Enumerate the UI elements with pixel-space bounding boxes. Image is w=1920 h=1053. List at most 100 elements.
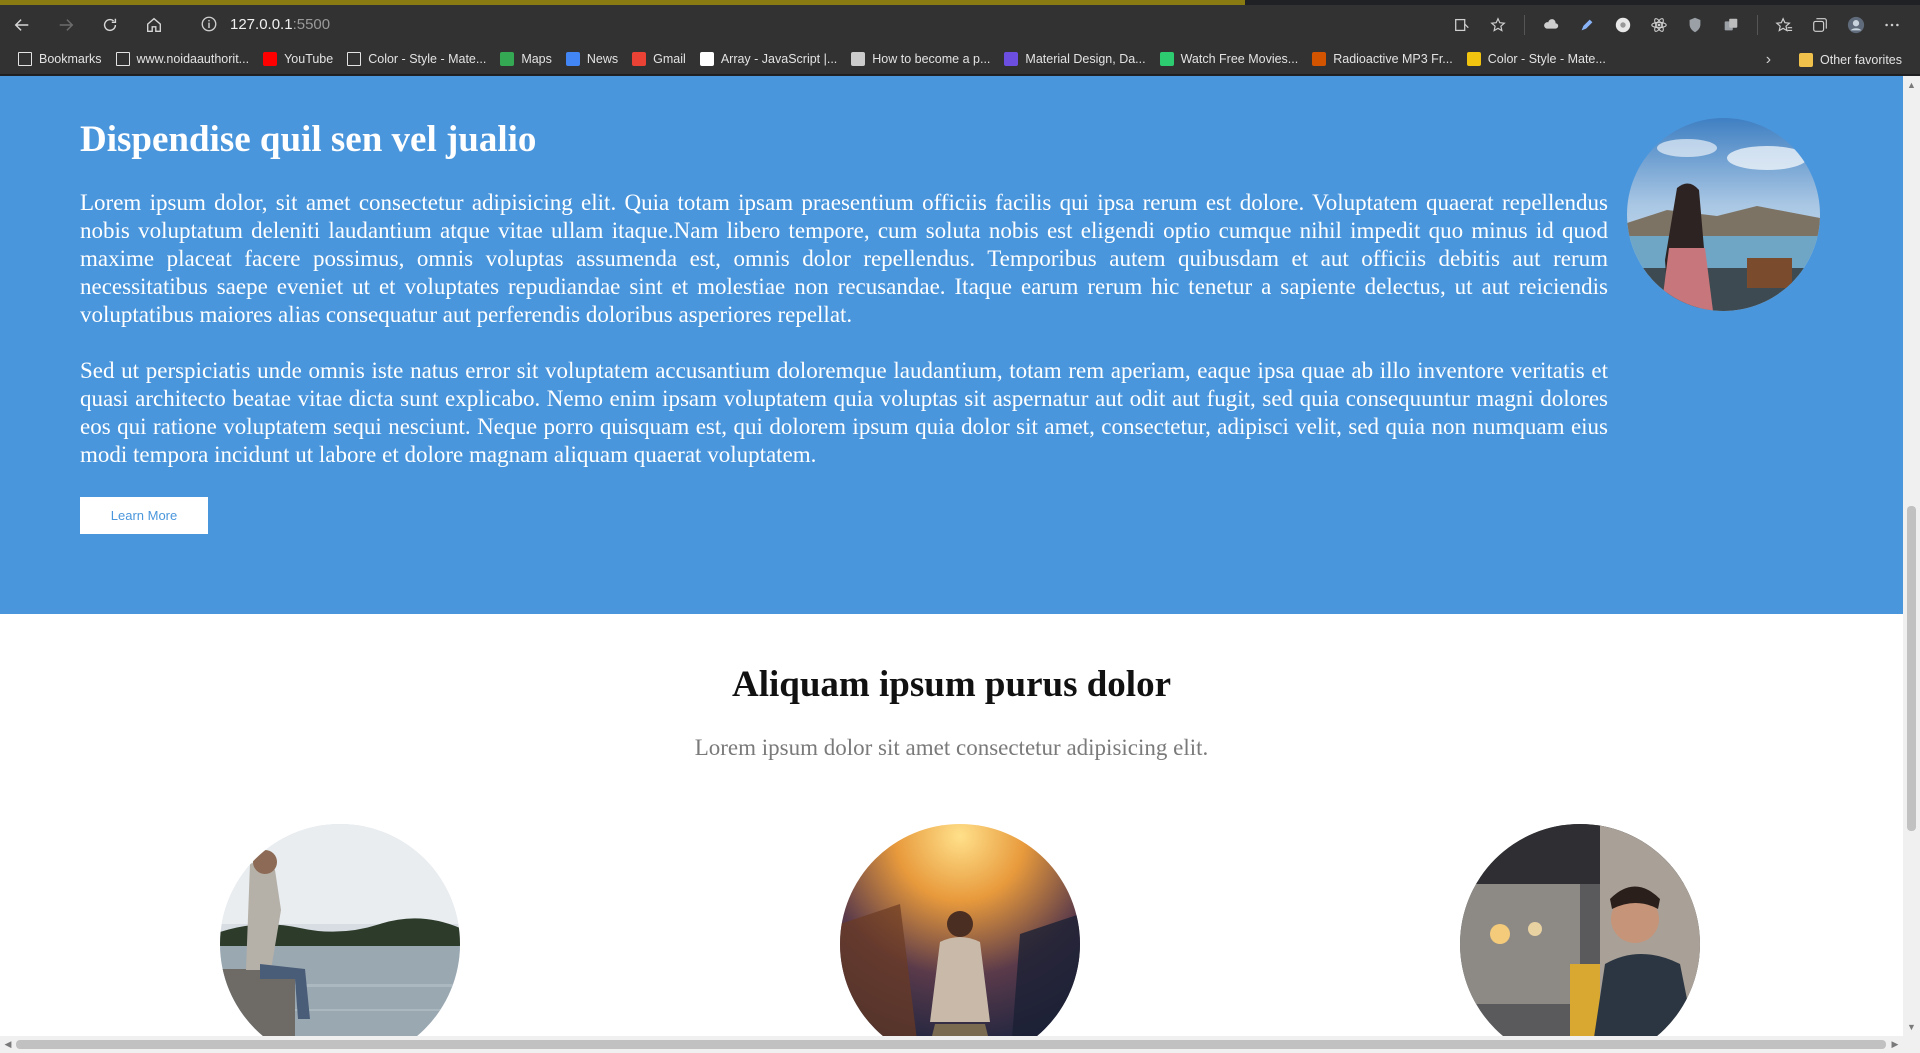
bookmarks-icon bbox=[18, 52, 32, 66]
profile-avatar-icon bbox=[1847, 16, 1865, 33]
info-icon[interactable] bbox=[200, 15, 218, 33]
bookmark-label: Maps bbox=[521, 52, 552, 66]
woman-photo-avatar bbox=[1627, 118, 1820, 311]
shield-icon bbox=[1689, 17, 1701, 32]
woman-sunset-photo bbox=[840, 824, 1080, 1036]
folder-color-icon bbox=[1466, 52, 1481, 66]
news-icon bbox=[565, 52, 580, 66]
lambda-icon bbox=[851, 52, 866, 66]
bookmark-label: Radioactive MP3 Fr... bbox=[1333, 52, 1453, 66]
url-host: 127.0.0.1 bbox=[230, 15, 293, 33]
hero-section: Dispendise quil sen vel jualio Lorem ips… bbox=[0, 76, 1903, 614]
bookmark-item[interactable]: Gmail bbox=[626, 46, 694, 72]
bookmark-label: YouTube bbox=[284, 52, 334, 66]
extension-pen-button[interactable] bbox=[1569, 7, 1605, 43]
address-bar[interactable]: 127.0.0.1:5500 bbox=[188, 9, 1478, 39]
bookmark-label: Color - Style - Mate... bbox=[368, 52, 487, 66]
man-by-lake-photo bbox=[220, 824, 460, 1036]
bookmark-label: Watch Free Movies... bbox=[1180, 52, 1299, 66]
back-button[interactable] bbox=[0, 5, 44, 44]
bookmark-label: www.noidaauthorit... bbox=[136, 52, 250, 66]
bookmark-item[interactable]: Watch Free Movies... bbox=[1154, 46, 1307, 72]
add-favorite-icon bbox=[1490, 16, 1506, 32]
more-button[interactable] bbox=[1874, 7, 1910, 43]
scroll-left-arrow-icon[interactable]: ◀ bbox=[1, 1036, 15, 1053]
folder-icon bbox=[1799, 52, 1814, 67]
bookmark-item[interactable]: Color - Style - Mate... bbox=[341, 46, 494, 72]
section-subtitle: Lorem ipsum dolor sit amet consectetur a… bbox=[694, 735, 1209, 760]
bookmark-item[interactable]: Material Design, Da... bbox=[998, 46, 1153, 72]
bookmarks-bar: Bookmarks www.noidaauthorit... YouTube Colo… bbox=[0, 44, 1920, 75]
scroll-up-arrow-icon[interactable]: ▲ bbox=[1903, 78, 1920, 92]
youtube-icon bbox=[263, 52, 278, 66]
vp-icon bbox=[1004, 52, 1019, 66]
scroll-down-arrow-icon[interactable]: ▼ bbox=[1903, 1020, 1920, 1034]
section-title: Aliquam ipsum purus dolor bbox=[732, 664, 1171, 705]
bookmark-item[interactable]: Radioactive MP3 Fr... bbox=[1306, 46, 1461, 72]
page-viewport: Dispendise quil sen vel jualio Lorem ips… bbox=[0, 76, 1903, 1036]
collections-button[interactable] bbox=[1802, 7, 1838, 43]
other-favorites-label: Other favorites bbox=[1820, 52, 1902, 67]
immersive-reader-icon bbox=[1455, 18, 1469, 31]
hero-paragraph-2: Sed ut perspiciatis unde omnis iste natu… bbox=[80, 358, 1608, 467]
bookmark-label: Gmail bbox=[653, 52, 686, 66]
toolbar-actions bbox=[1444, 5, 1910, 44]
vertical-scrollbar[interactable]: ▲ ▼ bbox=[1903, 76, 1920, 1036]
play-circle-icon bbox=[1159, 52, 1174, 66]
scroll-right-arrow-icon[interactable]: ▶ bbox=[1888, 1036, 1902, 1053]
mdn-icon bbox=[699, 52, 714, 66]
hero-paragraph-1: Lorem ipsum dolor, sit amet consectetur … bbox=[80, 190, 1608, 327]
home-icon bbox=[147, 17, 161, 32]
forward-button[interactable] bbox=[44, 5, 88, 44]
favorites-button[interactable] bbox=[1766, 7, 1802, 43]
forward-icon bbox=[59, 18, 74, 31]
horizontal-scroll-thumb[interactable] bbox=[16, 1040, 1886, 1049]
shield-button[interactable] bbox=[1677, 7, 1713, 43]
collections-icon bbox=[1813, 17, 1827, 32]
react-devtools-icon bbox=[1651, 17, 1667, 32]
bookmark-item[interactable]: www.noidaauthorit... bbox=[110, 46, 258, 72]
back-icon bbox=[14, 18, 29, 31]
bookmark-item[interactable]: News bbox=[560, 46, 626, 72]
extension-copy-button[interactable] bbox=[1713, 7, 1749, 43]
hero-title: Dispendise quil sen vel jualio bbox=[80, 119, 537, 160]
bookmark-label: News bbox=[586, 52, 619, 66]
page-icon bbox=[115, 52, 130, 66]
other-favorites-folder[interactable]: Other favorites bbox=[1793, 47, 1910, 73]
bookmark-label: How to become a p... bbox=[872, 52, 991, 66]
extension-cloud-icon bbox=[1544, 18, 1559, 29]
paw-icon bbox=[1312, 52, 1327, 66]
bookmark-label: Array - JavaScript |... bbox=[720, 52, 838, 66]
horizontal-scrollbar[interactable]: ◀ ▶ bbox=[0, 1036, 1920, 1053]
extension-circle-icon bbox=[1615, 17, 1631, 32]
profile-button[interactable] bbox=[1838, 7, 1874, 43]
more-icon bbox=[1885, 23, 1899, 26]
bookmark-item[interactable]: Array - JavaScript |... bbox=[694, 46, 845, 72]
page-icon bbox=[347, 52, 362, 66]
extension-circle-button[interactable] bbox=[1605, 7, 1641, 43]
immersive-reader-button[interactable] bbox=[1444, 7, 1480, 43]
chevron-right-icon[interactable]: › bbox=[1766, 51, 1771, 69]
extension-cloud-button[interactable] bbox=[1533, 7, 1569, 43]
maps-icon bbox=[500, 52, 515, 66]
reload-button[interactable] bbox=[88, 5, 132, 44]
bookmarks-overflow-area: › Other favorites bbox=[1766, 44, 1910, 75]
toolbar-separator-2 bbox=[1757, 14, 1758, 35]
add-favorite-button[interactable] bbox=[1480, 7, 1516, 43]
bookmark-item[interactable]: Bookmarks bbox=[12, 46, 110, 72]
url-port: :5500 bbox=[292, 15, 331, 33]
react-devtools-button[interactable] bbox=[1641, 7, 1677, 43]
bookmark-item[interactable]: How to become a p... bbox=[845, 46, 998, 72]
vertical-scroll-thumb[interactable] bbox=[1907, 506, 1916, 831]
reload-icon bbox=[103, 18, 117, 31]
bookmark-label: Material Design, Da... bbox=[1025, 52, 1146, 66]
favorites-icon bbox=[1775, 16, 1793, 32]
bookmark-item[interactable]: Color - Style - Mate... bbox=[1461, 46, 1614, 72]
bookmark-item[interactable]: Maps bbox=[494, 46, 560, 72]
learn-more-button[interactable]: Learn More bbox=[80, 497, 208, 534]
bookmark-label: Bookmarks bbox=[39, 52, 102, 66]
home-button[interactable] bbox=[132, 5, 176, 44]
bookmark-item[interactable]: YouTube bbox=[257, 46, 341, 72]
extension-copy-icon bbox=[1724, 18, 1738, 30]
gmail-icon bbox=[632, 52, 647, 66]
